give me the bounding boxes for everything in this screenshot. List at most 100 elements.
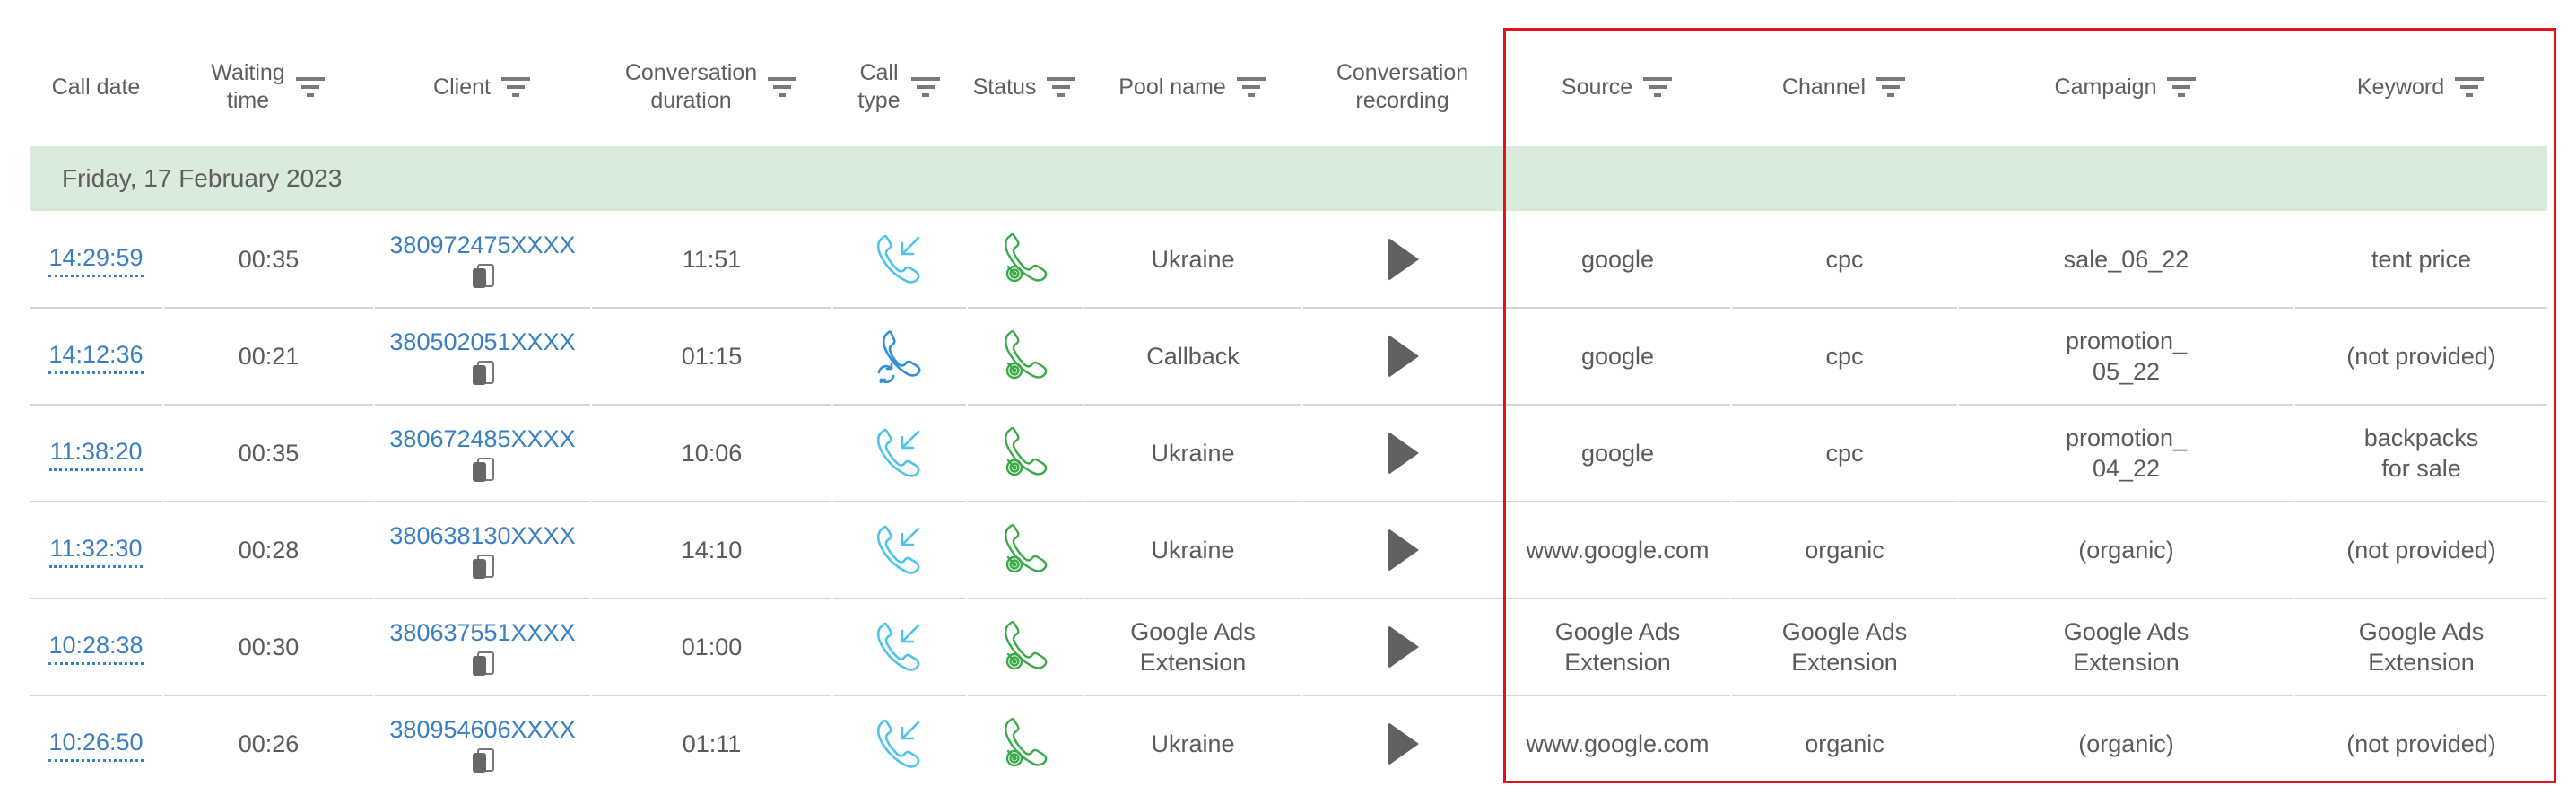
source-value: www.google.com [1526,730,1710,757]
source-value: Google Ads Extension [1554,618,1681,676]
waiting-time-value: 00:35 [238,246,300,273]
call-type-cell [833,212,966,309]
incoming-call-icon [875,717,924,771]
filter-icon[interactable] [1876,77,1906,97]
pool-name-cell: Callback [1084,309,1301,406]
pool-name-cell: Ukraine [1084,502,1301,599]
play-recording-button[interactable] [1388,432,1419,475]
channel-cell: Google Ads Extension [1732,599,1957,696]
client-phone-link[interactable]: 380638130XXXX [389,520,575,551]
copy-icon[interactable] [473,458,494,483]
call-time-link[interactable]: 14:29:59 [48,242,144,277]
call-time-link[interactable]: 10:28:38 [48,630,144,665]
recording-cell [1303,212,1503,309]
filter-icon[interactable] [910,77,940,97]
call-time-link[interactable]: 10:26:50 [48,727,144,762]
call-date-cell: 11:32:30 [30,502,162,599]
filter-icon[interactable] [500,77,530,97]
filter-icon[interactable] [2167,77,2197,97]
campaign-value: promotion_ 04_22 [2065,424,2188,482]
column-header-client: Client [373,28,590,146]
campaign-value: sale_06_22 [2063,246,2189,273]
column-header-label: Conversation recording [1336,60,1469,113]
play-recording-button[interactable] [1388,529,1419,572]
call-type-cell [833,406,966,502]
client-phone-link[interactable]: 380672485XXXX [389,424,575,454]
source-cell: google [1505,212,1730,309]
waiting-time-value: 00:21 [238,343,300,370]
copy-icon[interactable] [473,264,494,289]
column-header-label: Client [433,74,491,100]
copy-icon[interactable] [473,555,494,580]
call-date-cell: 11:38:20 [30,406,162,502]
table-row: 11:32:30 00:28 380638130XXXX 14:10 Ukraine w… [30,502,2547,599]
answered-call-icon [1001,523,1049,577]
copy-icon[interactable] [473,361,494,386]
incoming-call-icon [875,426,924,480]
table-row: 10:26:50 00:26 380954606XXXX 01:11 Ukraine w… [30,696,2547,793]
campaign-cell: Google Ads Extension [1959,599,2293,696]
client-info: 380638130XXXX [389,520,576,580]
column-header-label: Waiting time [211,60,285,113]
filter-icon[interactable] [1236,77,1266,97]
keyword-cell: (not provided) [2295,696,2547,793]
incoming-call-icon [875,523,924,577]
column-header-status: Status [966,28,1083,146]
column-header-waiting-time: Waiting time [162,28,373,146]
status-cell [968,406,1083,502]
conversation-duration-value: 10:06 [681,440,743,467]
client-phone-link[interactable]: 380972475XXXX [389,230,575,260]
column-header-label: Keyword [2356,74,2445,100]
incoming-call-icon [875,232,924,286]
pool-name-cell: Ukraine [1084,406,1301,502]
copy-icon[interactable] [473,748,494,773]
conversation-duration-value: 01:15 [681,343,743,370]
status-cell [968,309,1083,406]
date-group-label: Friday, 17 February 2023 [62,164,343,192]
filter-icon[interactable] [2455,77,2485,97]
table-row: 14:12:36 00:21 380502051XXXX 01:15 Callback… [30,309,2547,406]
client-cell: 380638130XXXX [375,502,590,599]
client-cell: 380954606XXXX [375,696,590,793]
campaign-cell: (organic) [1959,696,2293,793]
waiting-time-value: 00:28 [238,537,300,564]
conversation-duration-cell: 10:06 [592,406,831,502]
incoming-call-icon [875,620,924,674]
filter-icon[interactable] [295,77,325,97]
campaign-value: Google Ads Extension [2063,618,2189,676]
recording-cell [1303,502,1503,599]
filter-icon[interactable] [768,77,797,97]
call-time-link[interactable]: 14:12:36 [48,339,144,374]
source-value: google [1580,343,1655,370]
answered-call-icon [1001,232,1049,286]
campaign-cell: promotion_ 05_22 [1959,309,2293,406]
keyword-value: Google Ads Extension [2358,618,2485,676]
play-recording-button[interactable] [1388,335,1419,378]
column-header-label: Campaign [2054,74,2157,100]
keyword-cell: backpacks for sale [2295,406,2547,502]
call-time-link[interactable]: 11:38:20 [49,436,143,471]
filter-icon[interactable] [1047,77,1076,97]
waiting-time-value: 00:26 [238,730,300,757]
campaign-cell: sale_06_22 [1959,212,2293,309]
keyword-value: backpacks for sale [2363,424,2479,482]
play-recording-button[interactable] [1388,625,1419,669]
answered-call-icon [1001,426,1049,480]
status-cell [968,212,1083,309]
table-row: 11:38:20 00:35 380672485XXXX 10:06 Ukraine g… [30,406,2547,502]
call-type-cell [833,696,966,793]
filter-icon[interactable] [1643,77,1673,97]
client-phone-link[interactable]: 380954606XXXX [389,714,575,745]
copy-icon[interactable] [473,651,494,677]
call-time-link[interactable]: 11:32:30 [49,533,143,568]
campaign-value: (organic) [2078,730,2174,757]
campaign-value: (organic) [2078,537,2174,564]
column-header-pool-name: Pool name [1083,28,1301,146]
callback-call-icon [875,329,924,383]
client-phone-link[interactable]: 380637551XXXX [389,617,575,648]
column-header-keyword: Keyword [2293,28,2547,146]
play-recording-button[interactable] [1388,722,1419,765]
play-recording-button[interactable] [1388,238,1419,281]
client-cell: 380502051XXXX [375,309,590,406]
client-phone-link[interactable]: 380502051XXXX [389,327,575,357]
